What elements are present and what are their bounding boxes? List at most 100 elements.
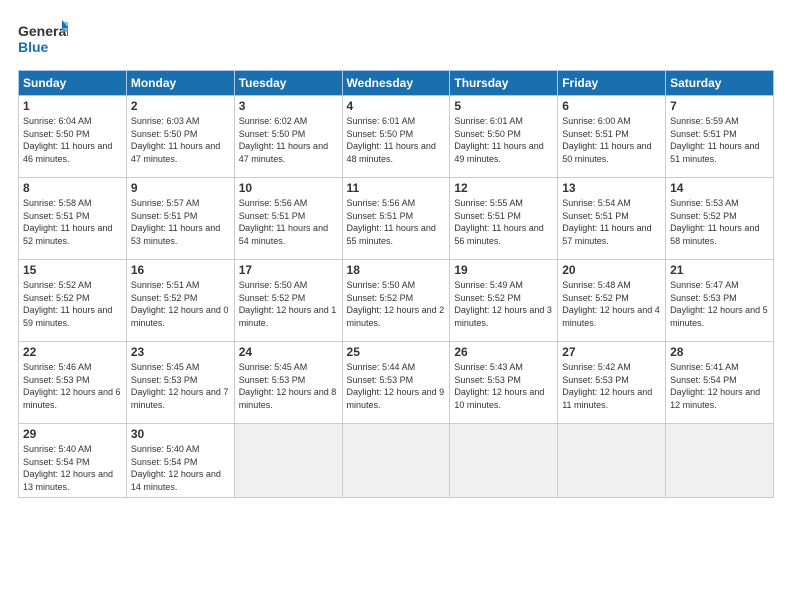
calendar-day-cell xyxy=(558,424,666,498)
calendar-week-row: 15 Sunrise: 5:52 AM Sunset: 5:52 PM Dayl… xyxy=(19,260,774,342)
day-number: 3 xyxy=(239,99,338,113)
calendar-day-cell: 1 Sunrise: 6:04 AM Sunset: 5:50 PM Dayli… xyxy=(19,96,127,178)
calendar-col-header: Thursday xyxy=(450,71,558,96)
day-info: Sunrise: 5:48 AM Sunset: 5:52 PM Dayligh… xyxy=(562,279,661,329)
day-number: 13 xyxy=(562,181,661,195)
day-info: Sunrise: 5:56 AM Sunset: 5:51 PM Dayligh… xyxy=(347,197,446,247)
day-info: Sunrise: 5:50 AM Sunset: 5:52 PM Dayligh… xyxy=(239,279,338,329)
calendar-day-cell: 28 Sunrise: 5:41 AM Sunset: 5:54 PM Dayl… xyxy=(666,342,774,424)
calendar-day-cell: 5 Sunrise: 6:01 AM Sunset: 5:50 PM Dayli… xyxy=(450,96,558,178)
day-number: 11 xyxy=(347,181,446,195)
day-number: 25 xyxy=(347,345,446,359)
calendar-day-cell: 17 Sunrise: 5:50 AM Sunset: 5:52 PM Dayl… xyxy=(234,260,342,342)
day-number: 10 xyxy=(239,181,338,195)
day-info: Sunrise: 5:47 AM Sunset: 5:53 PM Dayligh… xyxy=(670,279,769,329)
day-number: 2 xyxy=(131,99,230,113)
calendar-day-cell: 24 Sunrise: 5:45 AM Sunset: 5:53 PM Dayl… xyxy=(234,342,342,424)
day-number: 16 xyxy=(131,263,230,277)
calendar-table: SundayMondayTuesdayWednesdayThursdayFrid… xyxy=(18,70,774,498)
calendar-day-cell xyxy=(450,424,558,498)
calendar-col-header: Friday xyxy=(558,71,666,96)
calendar-col-header: Wednesday xyxy=(342,71,450,96)
calendar-day-cell: 12 Sunrise: 5:55 AM Sunset: 5:51 PM Dayl… xyxy=(450,178,558,260)
day-number: 9 xyxy=(131,181,230,195)
calendar-day-cell xyxy=(666,424,774,498)
day-info: Sunrise: 6:00 AM Sunset: 5:51 PM Dayligh… xyxy=(562,115,661,165)
day-info: Sunrise: 6:02 AM Sunset: 5:50 PM Dayligh… xyxy=(239,115,338,165)
calendar-col-header: Sunday xyxy=(19,71,127,96)
day-number: 22 xyxy=(23,345,122,359)
calendar-day-cell: 13 Sunrise: 5:54 AM Sunset: 5:51 PM Dayl… xyxy=(558,178,666,260)
calendar-day-cell: 6 Sunrise: 6:00 AM Sunset: 5:51 PM Dayli… xyxy=(558,96,666,178)
calendar-week-row: 22 Sunrise: 5:46 AM Sunset: 5:53 PM Dayl… xyxy=(19,342,774,424)
calendar-day-cell: 16 Sunrise: 5:51 AM Sunset: 5:52 PM Dayl… xyxy=(126,260,234,342)
day-number: 14 xyxy=(670,181,769,195)
day-info: Sunrise: 5:53 AM Sunset: 5:52 PM Dayligh… xyxy=(670,197,769,247)
calendar-header-row: SundayMondayTuesdayWednesdayThursdayFrid… xyxy=(19,71,774,96)
calendar-day-cell: 10 Sunrise: 5:56 AM Sunset: 5:51 PM Dayl… xyxy=(234,178,342,260)
calendar-day-cell: 26 Sunrise: 5:43 AM Sunset: 5:53 PM Dayl… xyxy=(450,342,558,424)
logo: General Blue xyxy=(18,18,68,60)
day-number: 18 xyxy=(347,263,446,277)
day-number: 6 xyxy=(562,99,661,113)
day-info: Sunrise: 5:40 AM Sunset: 5:54 PM Dayligh… xyxy=(23,443,122,493)
day-number: 28 xyxy=(670,345,769,359)
calendar-week-row: 1 Sunrise: 6:04 AM Sunset: 5:50 PM Dayli… xyxy=(19,96,774,178)
calendar-day-cell xyxy=(342,424,450,498)
calendar-day-cell: 20 Sunrise: 5:48 AM Sunset: 5:52 PM Dayl… xyxy=(558,260,666,342)
day-info: Sunrise: 5:41 AM Sunset: 5:54 PM Dayligh… xyxy=(670,361,769,411)
calendar-day-cell: 23 Sunrise: 5:45 AM Sunset: 5:53 PM Dayl… xyxy=(126,342,234,424)
day-number: 24 xyxy=(239,345,338,359)
day-info: Sunrise: 5:59 AM Sunset: 5:51 PM Dayligh… xyxy=(670,115,769,165)
calendar-day-cell: 7 Sunrise: 5:59 AM Sunset: 5:51 PM Dayli… xyxy=(666,96,774,178)
day-info: Sunrise: 6:01 AM Sunset: 5:50 PM Dayligh… xyxy=(347,115,446,165)
day-info: Sunrise: 5:40 AM Sunset: 5:54 PM Dayligh… xyxy=(131,443,230,493)
calendar-week-row: 29 Sunrise: 5:40 AM Sunset: 5:54 PM Dayl… xyxy=(19,424,774,498)
page: General Blue SundayMondayTuesdayWednesda… xyxy=(0,0,792,508)
day-info: Sunrise: 6:01 AM Sunset: 5:50 PM Dayligh… xyxy=(454,115,553,165)
day-info: Sunrise: 5:57 AM Sunset: 5:51 PM Dayligh… xyxy=(131,197,230,247)
calendar-day-cell: 14 Sunrise: 5:53 AM Sunset: 5:52 PM Dayl… xyxy=(666,178,774,260)
calendar-col-header: Saturday xyxy=(666,71,774,96)
calendar-col-header: Tuesday xyxy=(234,71,342,96)
day-number: 23 xyxy=(131,345,230,359)
day-number: 30 xyxy=(131,427,230,441)
calendar-col-header: Monday xyxy=(126,71,234,96)
day-info: Sunrise: 5:42 AM Sunset: 5:53 PM Dayligh… xyxy=(562,361,661,411)
calendar-day-cell: 19 Sunrise: 5:49 AM Sunset: 5:52 PM Dayl… xyxy=(450,260,558,342)
day-number: 8 xyxy=(23,181,122,195)
calendar-day-cell: 27 Sunrise: 5:42 AM Sunset: 5:53 PM Dayl… xyxy=(558,342,666,424)
calendar-week-row: 8 Sunrise: 5:58 AM Sunset: 5:51 PM Dayli… xyxy=(19,178,774,260)
calendar-day-cell: 22 Sunrise: 5:46 AM Sunset: 5:53 PM Dayl… xyxy=(19,342,127,424)
day-info: Sunrise: 5:54 AM Sunset: 5:51 PM Dayligh… xyxy=(562,197,661,247)
calendar-day-cell: 18 Sunrise: 5:50 AM Sunset: 5:52 PM Dayl… xyxy=(342,260,450,342)
day-info: Sunrise: 5:56 AM Sunset: 5:51 PM Dayligh… xyxy=(239,197,338,247)
day-info: Sunrise: 5:46 AM Sunset: 5:53 PM Dayligh… xyxy=(23,361,122,411)
day-info: Sunrise: 5:50 AM Sunset: 5:52 PM Dayligh… xyxy=(347,279,446,329)
calendar-day-cell: 11 Sunrise: 5:56 AM Sunset: 5:51 PM Dayl… xyxy=(342,178,450,260)
calendar-day-cell: 29 Sunrise: 5:40 AM Sunset: 5:54 PM Dayl… xyxy=(19,424,127,498)
day-number: 7 xyxy=(670,99,769,113)
day-info: Sunrise: 5:49 AM Sunset: 5:52 PM Dayligh… xyxy=(454,279,553,329)
day-info: Sunrise: 5:45 AM Sunset: 5:53 PM Dayligh… xyxy=(239,361,338,411)
calendar-day-cell: 25 Sunrise: 5:44 AM Sunset: 5:53 PM Dayl… xyxy=(342,342,450,424)
logo-svg: General Blue xyxy=(18,18,68,60)
day-info: Sunrise: 5:45 AM Sunset: 5:53 PM Dayligh… xyxy=(131,361,230,411)
day-info: Sunrise: 5:52 AM Sunset: 5:52 PM Dayligh… xyxy=(23,279,122,329)
day-info: Sunrise: 5:55 AM Sunset: 5:51 PM Dayligh… xyxy=(454,197,553,247)
day-number: 29 xyxy=(23,427,122,441)
day-number: 5 xyxy=(454,99,553,113)
calendar-day-cell xyxy=(234,424,342,498)
day-number: 17 xyxy=(239,263,338,277)
calendar-day-cell: 15 Sunrise: 5:52 AM Sunset: 5:52 PM Dayl… xyxy=(19,260,127,342)
day-number: 19 xyxy=(454,263,553,277)
day-number: 21 xyxy=(670,263,769,277)
day-info: Sunrise: 5:43 AM Sunset: 5:53 PM Dayligh… xyxy=(454,361,553,411)
day-number: 1 xyxy=(23,99,122,113)
day-info: Sunrise: 6:04 AM Sunset: 5:50 PM Dayligh… xyxy=(23,115,122,165)
day-number: 26 xyxy=(454,345,553,359)
day-info: Sunrise: 6:03 AM Sunset: 5:50 PM Dayligh… xyxy=(131,115,230,165)
day-number: 15 xyxy=(23,263,122,277)
svg-text:Blue: Blue xyxy=(18,39,49,55)
svg-text:General: General xyxy=(18,23,68,39)
